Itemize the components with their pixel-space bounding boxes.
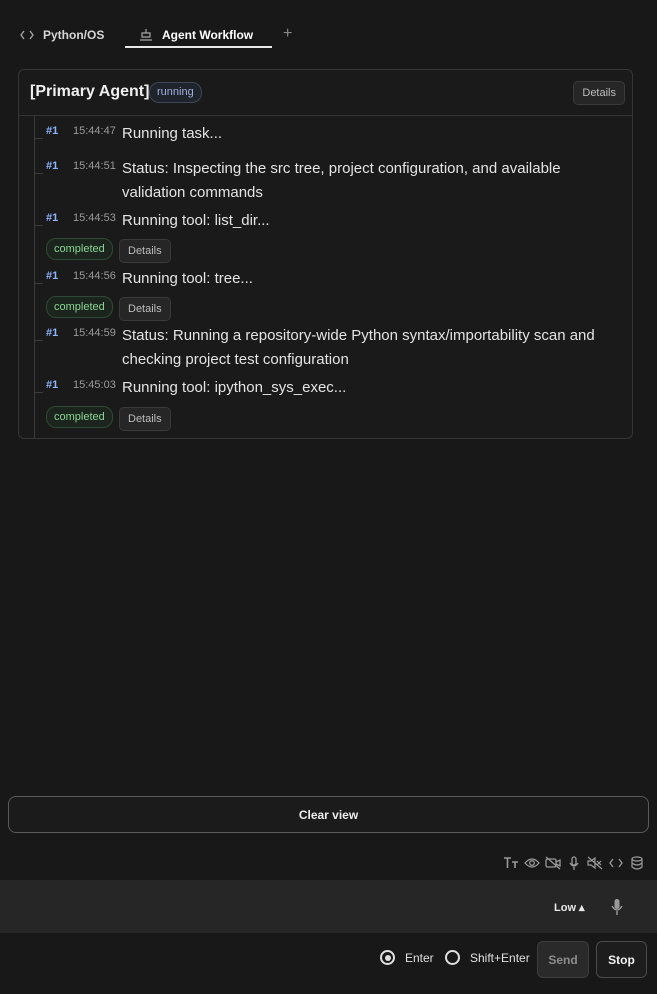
- entry-text: Running tool: ipython_sys_exec...: [122, 379, 347, 396]
- tab-python-os[interactable]: Python/OS: [20, 24, 104, 46]
- timeline-tick: [34, 392, 43, 393]
- level-selector[interactable]: Low ▴: [554, 901, 585, 914]
- timeline-tick: [34, 173, 43, 174]
- entry-id: #1: [46, 160, 59, 172]
- agent-details-button[interactable]: Details: [573, 81, 625, 105]
- entry-details-button[interactable]: Details: [119, 407, 171, 431]
- voice-input-icon[interactable]: [610, 898, 624, 921]
- message-composer: Low ▴: [0, 880, 657, 933]
- completed-badge: completed: [46, 406, 113, 428]
- speaker-off-icon[interactable]: [587, 855, 603, 871]
- code-icon[interactable]: [608, 855, 624, 871]
- database-icon[interactable]: [629, 855, 645, 871]
- timeline-tick: [34, 225, 43, 226]
- clear-view-button[interactable]: Clear view: [8, 796, 649, 833]
- entry-details-button[interactable]: Details: [119, 297, 171, 321]
- active-tab-indicator: [125, 46, 272, 48]
- timeline-tick: [34, 340, 43, 341]
- entry-text: Running task...: [122, 125, 223, 142]
- completed-badge: completed: [46, 238, 113, 260]
- entry-time: 15:44:47: [73, 125, 116, 137]
- entry-time: 15:44:53: [73, 212, 116, 224]
- eye-icon[interactable]: [524, 855, 540, 871]
- text-size-icon[interactable]: [503, 855, 519, 871]
- workflow-icon: [139, 28, 153, 42]
- enter-radio[interactable]: [380, 950, 395, 965]
- agent-header: [Primary Agent] running Details: [19, 70, 632, 116]
- entry-id: #1: [46, 327, 59, 339]
- enter-label: Enter: [405, 951, 434, 965]
- shift-enter-label: Shift+Enter: [470, 951, 530, 965]
- timeline-line: [34, 116, 35, 438]
- timeline-tick: [34, 138, 43, 139]
- video-off-icon[interactable]: [545, 855, 561, 871]
- entry-time: 15:45:03: [73, 379, 116, 391]
- entry-id: #1: [46, 270, 59, 282]
- mic-icon[interactable]: [566, 855, 582, 871]
- entry-time: 15:44:51: [73, 160, 116, 172]
- timeline-tick: [34, 283, 43, 284]
- tab-label: Agent Workflow: [162, 28, 254, 42]
- entry-time: 15:44:56: [73, 270, 116, 282]
- code-icon: [20, 30, 34, 40]
- entry-text: Status: Inspecting the src tree, project…: [122, 160, 561, 201]
- agent-title: [Primary Agent]: [30, 83, 150, 100]
- entry-text: Running tool: list_dir...: [122, 212, 270, 229]
- entry-time: 15:44:59: [73, 327, 116, 339]
- entry-text: Running tool: tree...: [122, 270, 253, 287]
- entry-details-button[interactable]: Details: [119, 239, 171, 263]
- message-input[interactable]: [10, 888, 534, 926]
- shift-enter-radio[interactable]: [445, 950, 460, 965]
- tab-label: Python/OS: [43, 28, 105, 42]
- stop-button[interactable]: Stop: [596, 941, 647, 978]
- add-tab-button[interactable]: +: [283, 25, 292, 43]
- entry-id: #1: [46, 379, 59, 391]
- entry-text: Status: Running a repository-wide Python…: [122, 327, 595, 368]
- tab-agent-workflow[interactable]: Agent Workflow: [139, 24, 253, 46]
- send-button[interactable]: Send: [537, 941, 589, 978]
- agent-panel: [Primary Agent] running Details #1 15:44…: [18, 69, 633, 439]
- tab-bar: Python/OS Agent Workflow +: [0, 0, 657, 50]
- entry-id: #1: [46, 125, 59, 137]
- completed-badge: completed: [46, 296, 113, 318]
- input-toolbar: [0, 855, 657, 871]
- status-badge: running: [149, 82, 202, 103]
- entry-id: #1: [46, 212, 59, 224]
